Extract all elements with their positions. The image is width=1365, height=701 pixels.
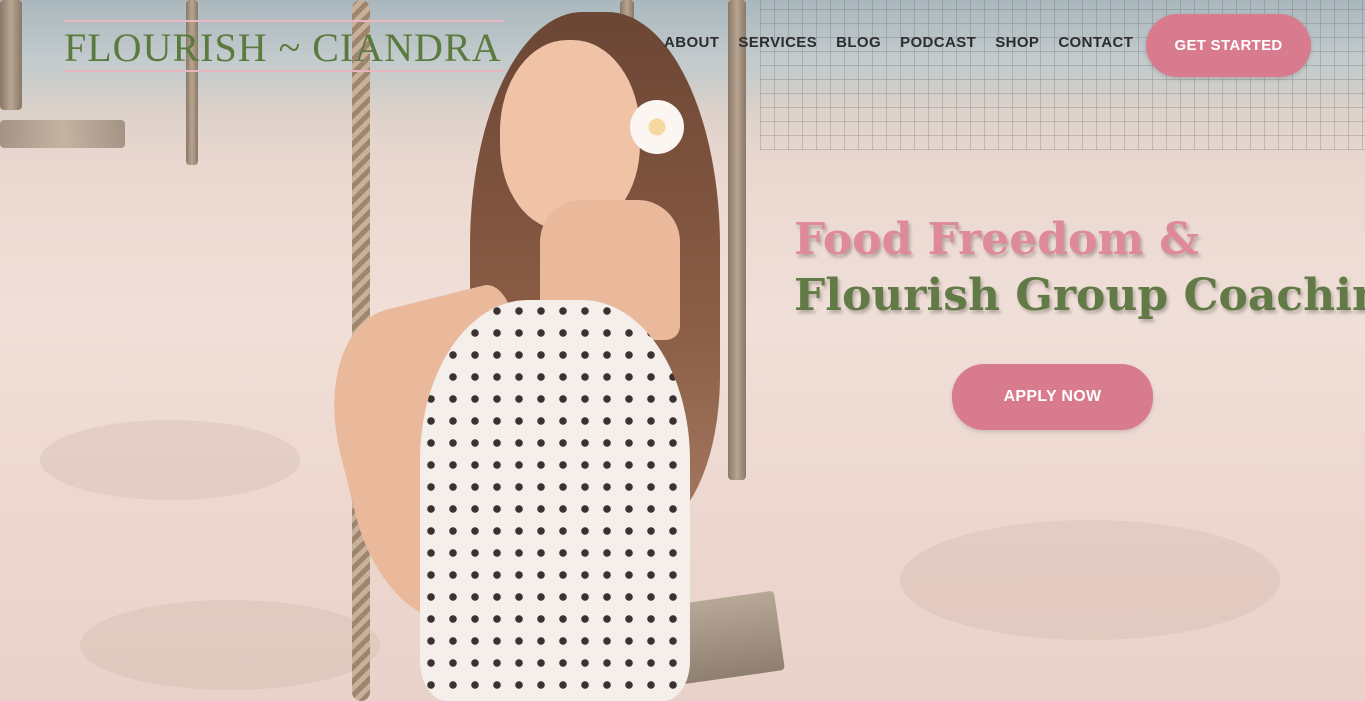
hair-flower: [630, 100, 684, 154]
sand-texture: [80, 600, 380, 690]
hero-background-photo: [0, 0, 1365, 701]
apply-now-button[interactable]: APPLY NOW: [952, 364, 1153, 430]
hero-headline: Food Freedom & Flourish Group Coaching: [794, 212, 1365, 324]
sand-texture: [40, 420, 300, 500]
sand-texture: [900, 520, 1280, 640]
palm-trunk: [0, 0, 22, 110]
nav-contact[interactable]: CONTACT: [1058, 34, 1133, 51]
headline-line2: Flourish Group Coaching: [794, 270, 1365, 321]
polka-dot-dress: [420, 300, 690, 701]
main-nav: ABOUT SERVICES BLOG PODCAST SHOP CONTACT: [664, 34, 1152, 51]
nav-blog[interactable]: BLOG: [836, 34, 881, 51]
nav-services[interactable]: SERVICES: [738, 34, 817, 51]
logo-text: FLOURISH ~ CIANDRA: [64, 25, 502, 70]
swing-post: [728, 0, 746, 480]
site-logo[interactable]: FLOURISH ~ CIANDRA: [64, 20, 504, 72]
nav-shop[interactable]: SHOP: [995, 34, 1039, 51]
nav-about[interactable]: ABOUT: [664, 34, 719, 51]
get-started-button[interactable]: GET STARTED: [1146, 14, 1311, 77]
headline-line1: Food Freedom &: [794, 214, 1199, 265]
wooden-bench: [0, 120, 125, 148]
nav-podcast[interactable]: PODCAST: [900, 34, 976, 51]
